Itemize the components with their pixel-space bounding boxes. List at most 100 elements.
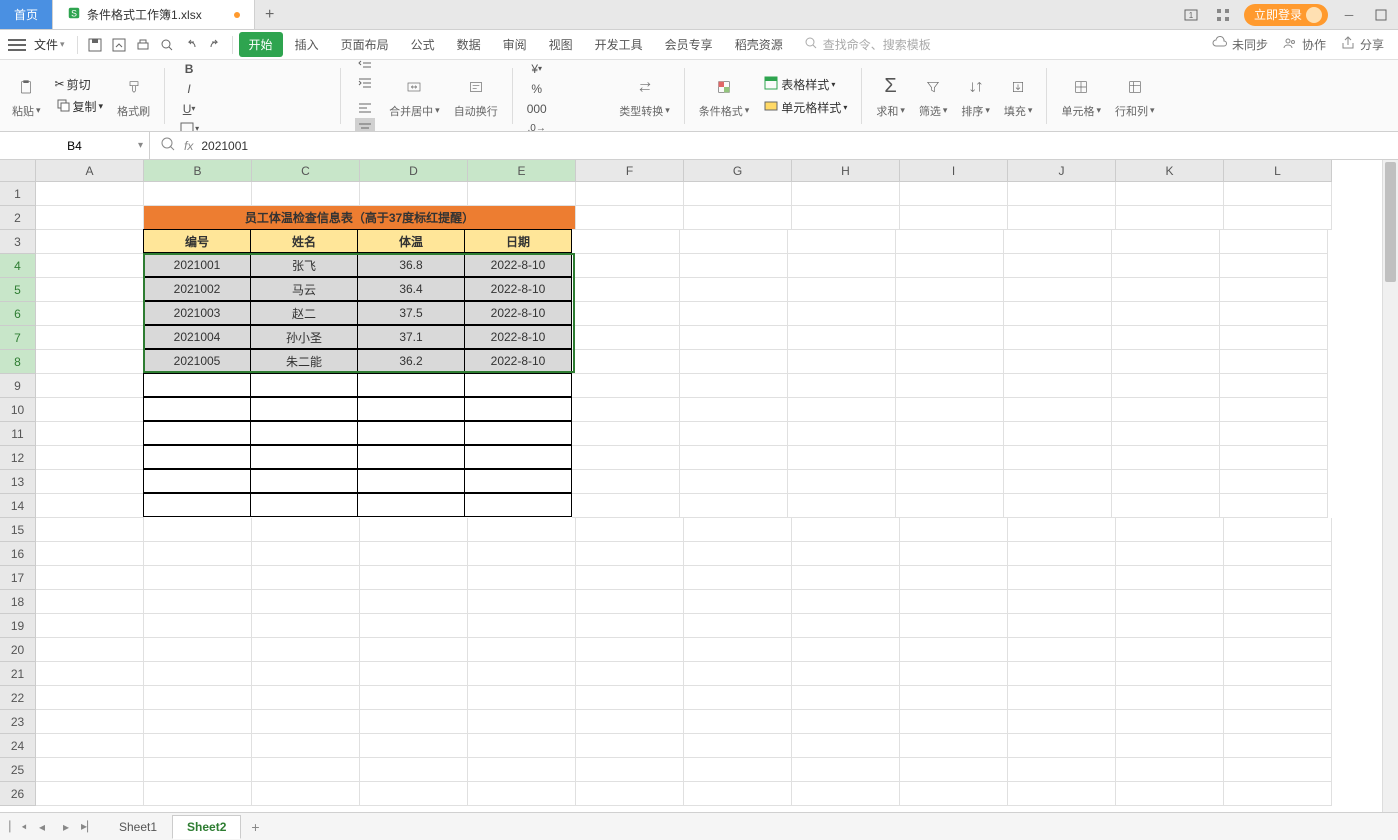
wrap-text-icon[interactable]	[462, 73, 490, 101]
row-header[interactable]: 18	[0, 590, 36, 614]
column-header[interactable]: F	[576, 160, 684, 182]
row-header[interactable]: 4	[0, 254, 36, 278]
cell[interactable]	[1116, 590, 1224, 614]
coop-button[interactable]: 协作	[1276, 35, 1332, 54]
cell[interactable]	[900, 782, 1008, 806]
cell[interactable]	[684, 614, 792, 638]
cell[interactable]	[1112, 494, 1220, 518]
cell[interactable]	[900, 590, 1008, 614]
cell[interactable]	[896, 254, 1004, 278]
tab-document[interactable]: S 条件格式工作簿1.xlsx	[53, 0, 255, 29]
menu-tab-8[interactable]: 会员专享	[655, 32, 723, 57]
cell[interactable]	[252, 662, 360, 686]
cell[interactable]	[252, 518, 360, 542]
cell[interactable]	[36, 230, 144, 254]
cell[interactable]	[1220, 374, 1328, 398]
cell[interactable]	[576, 518, 684, 542]
cell[interactable]	[1224, 518, 1332, 542]
cell[interactable]	[1004, 230, 1112, 254]
cell[interactable]	[144, 734, 252, 758]
cell[interactable]	[360, 710, 468, 734]
cell[interactable]: 2022-8-10	[464, 253, 572, 277]
cell[interactable]: 36.2	[357, 349, 465, 373]
maximize-button[interactable]	[1370, 4, 1392, 26]
cell[interactable]: 2021004	[143, 325, 251, 349]
menu-tab-1[interactable]: 插入	[285, 32, 329, 57]
menu-tab-6[interactable]: 视图	[539, 32, 583, 57]
column-header[interactable]: B	[144, 160, 252, 182]
cell[interactable]	[680, 398, 788, 422]
cell[interactable]	[788, 494, 896, 518]
cell[interactable]	[468, 686, 576, 710]
cell[interactable]	[788, 398, 896, 422]
cell[interactable]	[792, 590, 900, 614]
cell[interactable]	[788, 278, 896, 302]
cell[interactable]	[144, 662, 252, 686]
cell[interactable]	[680, 374, 788, 398]
cell[interactable]	[1004, 254, 1112, 278]
cell[interactable]	[684, 686, 792, 710]
cell[interactable]	[1224, 710, 1332, 734]
cell[interactable]	[900, 734, 1008, 758]
cell[interactable]	[1008, 590, 1116, 614]
underline-icon[interactable]: U▾	[179, 99, 199, 119]
cell[interactable]	[900, 662, 1008, 686]
cell[interactable]	[250, 421, 358, 445]
column-header[interactable]: J	[1008, 160, 1116, 182]
cell[interactable]	[360, 566, 468, 590]
cell[interactable]: 孙小圣	[250, 325, 358, 349]
apps-icon[interactable]	[1212, 4, 1234, 26]
bold-icon[interactable]: B	[179, 60, 199, 79]
sheet-nav-prev[interactable]: ◂	[32, 820, 52, 834]
share-button[interactable]: 分享	[1334, 35, 1390, 54]
row-header[interactable]: 24	[0, 734, 36, 758]
cell[interactable]	[1112, 470, 1220, 494]
cell[interactable]	[1112, 446, 1220, 470]
cell[interactable]	[900, 566, 1008, 590]
percent-icon[interactable]: %	[527, 79, 547, 99]
cell[interactable]	[464, 469, 572, 493]
cell[interactable]	[357, 397, 465, 421]
cell[interactable]	[144, 542, 252, 566]
menu-tab-5[interactable]: 审阅	[493, 32, 537, 57]
cell[interactable]	[144, 686, 252, 710]
print-preview-icon[interactable]	[156, 34, 178, 56]
row-header[interactable]: 6	[0, 302, 36, 326]
cell[interactable]	[896, 350, 1004, 374]
cell[interactable]	[1008, 542, 1116, 566]
cell[interactable]	[36, 734, 144, 758]
cell[interactable]	[36, 590, 144, 614]
cell[interactable]	[360, 758, 468, 782]
cell[interactable]	[464, 397, 572, 421]
cell[interactable]	[576, 686, 684, 710]
cell[interactable]	[684, 782, 792, 806]
cell[interactable]	[144, 758, 252, 782]
merge-icon[interactable]	[400, 73, 428, 101]
cell[interactable]	[360, 518, 468, 542]
cell[interactable]	[1004, 326, 1112, 350]
cell[interactable]	[572, 278, 680, 302]
cell[interactable]	[36, 206, 144, 230]
cell[interactable]	[36, 302, 144, 326]
cell[interactable]	[36, 614, 144, 638]
cell[interactable]	[36, 542, 144, 566]
cell[interactable]	[576, 206, 684, 230]
menu-tab-9[interactable]: 稻壳资源	[725, 32, 793, 57]
currency-icon[interactable]: ¥▾	[527, 60, 547, 79]
cell[interactable]	[684, 182, 792, 206]
cell-style-button[interactable]: 单元格样式▾	[763, 98, 847, 117]
cell[interactable]	[1008, 662, 1116, 686]
cell[interactable]	[788, 374, 896, 398]
cell[interactable]	[788, 470, 896, 494]
row-header[interactable]: 9	[0, 374, 36, 398]
filter-icon[interactable]	[919, 73, 947, 101]
border-icon[interactable]: ▾	[179, 119, 199, 132]
cell[interactable]	[36, 374, 144, 398]
cell[interactable]: 姓名	[250, 229, 358, 253]
type-convert-icon[interactable]	[631, 73, 659, 101]
cell[interactable]	[680, 302, 788, 326]
cell[interactable]	[36, 446, 144, 470]
cell[interactable]	[684, 542, 792, 566]
cell[interactable]	[680, 470, 788, 494]
cancel-formula-icon[interactable]	[160, 136, 176, 155]
